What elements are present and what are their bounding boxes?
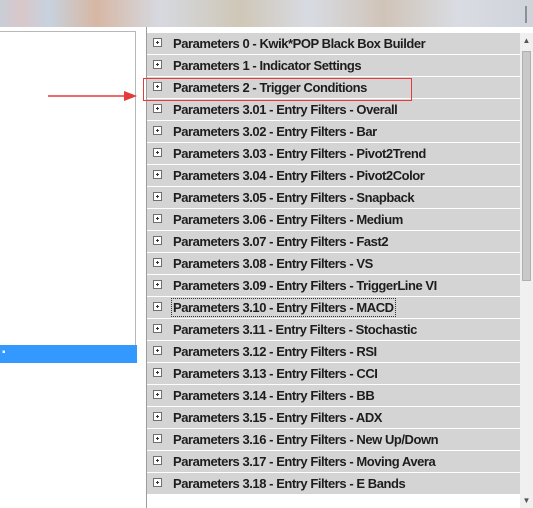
tree-item-16[interactable]: Parameters 3.14 - Entry Filters - BB xyxy=(147,385,520,407)
tree-item-9[interactable]: Parameters 3.07 - Entry Filters - Fast2 xyxy=(147,231,520,253)
plus-box-icon[interactable] xyxy=(153,368,162,377)
plus-box-icon[interactable] xyxy=(153,258,162,267)
plus-box-icon[interactable] xyxy=(153,126,162,135)
plus-box-icon[interactable] xyxy=(153,456,162,465)
tree-item-label: Parameters 3.02 - Entry Filters - Bar xyxy=(173,124,377,139)
plus-box-icon[interactable] xyxy=(153,412,162,421)
plus-box-icon[interactable] xyxy=(153,390,162,399)
tree-item-5[interactable]: Parameters 3.03 - Entry Filters - Pivot2… xyxy=(147,143,520,165)
tree-item-label: Parameters 3.06 - Entry Filters - Medium xyxy=(173,212,403,227)
tree-item-label: Parameters 3.18 - Entry Filters - E Band… xyxy=(173,476,406,491)
tree-item-label: Parameters 3.17 - Entry Filters - Moving… xyxy=(173,454,436,469)
scrollbar-thumb[interactable] xyxy=(522,51,531,281)
vertical-scrollbar[interactable]: ▲ ▼ xyxy=(520,33,533,508)
tree-item-18[interactable]: Parameters 3.16 - Entry Filters - New Up… xyxy=(147,429,520,451)
window-top-strip xyxy=(0,0,533,27)
tree-item-label: Parameters 3.05 - Entry Filters - Snapba… xyxy=(173,190,415,205)
plus-box-icon[interactable] xyxy=(153,324,162,333)
plus-box-icon[interactable] xyxy=(153,38,162,47)
tree-item-label: Parameters 1 - Indicator Settings xyxy=(173,58,362,73)
tree-item-label: Parameters 3.13 - Entry Filters - CCI xyxy=(173,366,378,381)
tree-item-label: Parameters 3.15 - Entry Filters - ADX xyxy=(173,410,383,425)
tree-item-10[interactable]: Parameters 3.08 - Entry Filters - VS xyxy=(147,253,520,275)
tree-item-12[interactable]: Parameters 3.10 - Entry Filters - MACD xyxy=(147,297,520,319)
parameters-tree: Parameters 0 - Kwik*POP Black Box Builde… xyxy=(147,33,520,508)
scroll-down-icon[interactable]: ▼ xyxy=(522,495,531,506)
tree-item-label: Parameters 3.03 - Entry Filters - Pivot2… xyxy=(173,146,426,161)
plus-box-icon[interactable] xyxy=(153,478,162,487)
plus-box-icon[interactable] xyxy=(153,214,162,223)
tree-item-17[interactable]: Parameters 3.15 - Entry Filters - ADX xyxy=(147,407,520,429)
plus-box-icon[interactable] xyxy=(153,192,162,201)
tree-item-label: Parameters 0 - Kwik*POP Black Box Builde… xyxy=(173,36,426,51)
tree-item-label: Parameters 3.14 - Entry Filters - BB xyxy=(173,388,375,403)
tree-item-0[interactable]: Parameters 0 - Kwik*POP Black Box Builde… xyxy=(147,33,520,55)
tree-item-1[interactable]: Parameters 1 - Indicator Settings xyxy=(147,55,520,77)
annotation-arrow-icon xyxy=(48,91,137,101)
tree-item-label: Parameters 3.08 - Entry Filters - VS xyxy=(173,256,373,271)
tree-item-11[interactable]: Parameters 3.09 - Entry Filters - Trigge… xyxy=(147,275,520,297)
plus-box-icon[interactable] xyxy=(153,170,162,179)
left-selected-row[interactable]: ▪ xyxy=(0,345,137,363)
plus-box-icon[interactable] xyxy=(153,148,162,157)
plus-box-icon[interactable] xyxy=(153,60,162,69)
plus-box-icon[interactable] xyxy=(153,434,162,443)
tree-item-label: Parameters 3.10 - Entry Filters - MACD xyxy=(171,298,396,317)
plus-box-icon[interactable] xyxy=(153,280,162,289)
tree-item-4[interactable]: Parameters 3.02 - Entry Filters - Bar xyxy=(147,121,520,143)
annotation-highlight-box xyxy=(143,78,412,101)
tree-item-20[interactable]: Parameters 3.18 - Entry Filters - E Band… xyxy=(147,473,520,495)
tree-item-13[interactable]: Parameters 3.11 - Entry Filters - Stocha… xyxy=(147,319,520,341)
tree-item-label: Parameters 3.07 - Entry Filters - Fast2 xyxy=(173,234,389,249)
tree-item-label: Parameters 3.11 - Entry Filters - Stocha… xyxy=(173,322,417,337)
tree-item-7[interactable]: Parameters 3.05 - Entry Filters - Snapba… xyxy=(147,187,520,209)
tree-item-6[interactable]: Parameters 3.04 - Entry Filters - Pivot2… xyxy=(147,165,520,187)
tree-item-8[interactable]: Parameters 3.06 - Entry Filters - Medium xyxy=(147,209,520,231)
tree-item-label: Parameters 3.09 - Entry Filters - Trigge… xyxy=(173,278,437,293)
plus-box-icon[interactable] xyxy=(153,236,162,245)
left-panel-box xyxy=(0,31,136,351)
tree-item-label: Parameters 3.12 - Entry Filters - RSI xyxy=(173,344,377,359)
tree-item-15[interactable]: Parameters 3.13 - Entry Filters - CCI xyxy=(147,363,520,385)
selection-caret-icon: ▪ xyxy=(2,347,6,358)
plus-box-icon[interactable] xyxy=(153,104,162,113)
scroll-up-icon[interactable]: ▲ xyxy=(522,35,531,46)
plus-box-icon[interactable] xyxy=(153,346,162,355)
tree-item-3[interactable]: Parameters 3.01 - Entry Filters - Overal… xyxy=(147,99,520,121)
tree-item-label: Parameters 3.04 - Entry Filters - Pivot2… xyxy=(173,168,425,183)
plus-box-icon[interactable] xyxy=(153,302,162,311)
tree-item-label: Parameters 3.16 - Entry Filters - New Up… xyxy=(173,432,439,447)
tree-item-19[interactable]: Parameters 3.17 - Entry Filters - Moving… xyxy=(147,451,520,473)
tree-item-label: Parameters 3.01 - Entry Filters - Overal… xyxy=(173,102,398,117)
tree-item-14[interactable]: Parameters 3.12 - Entry Filters - RSI xyxy=(147,341,520,363)
